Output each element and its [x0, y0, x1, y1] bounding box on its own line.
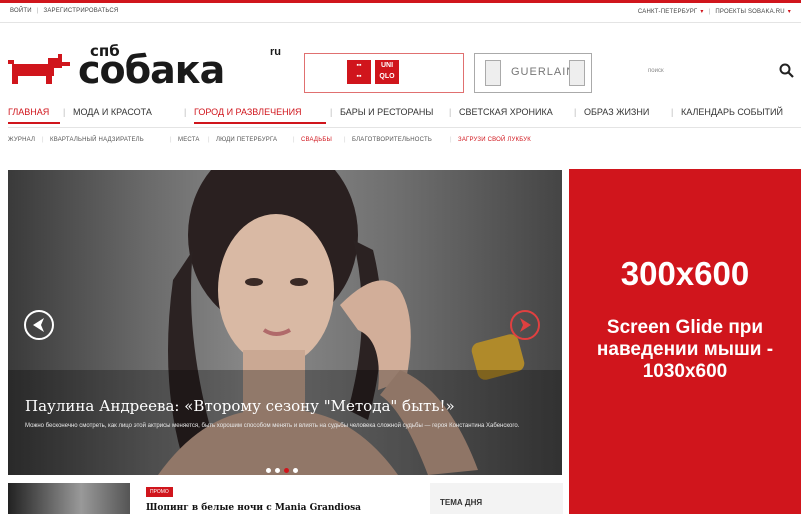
subnav-divider: | — [344, 137, 346, 143]
promo-badge: ПРОМО — [146, 487, 173, 497]
nav-item-home[interactable]: ГЛАВНАЯ — [8, 107, 49, 117]
teaser-thumbnail[interactable] — [8, 483, 130, 514]
top-bar: ВОЙТИ | ЗАРЕГИСТРИРОВАТЬСЯ САНКТ-ПЕТЕРБУРГ… — [0, 0, 801, 23]
subnav-divider: | — [208, 137, 210, 143]
topbar-right: САНКТ-ПЕТЕРБУРГ ▾ | ПРОЕКТЫ SOBAKA.RU ▾ — [638, 8, 791, 15]
slider-dot[interactable] — [293, 468, 298, 473]
top-accent-line — [0, 0, 801, 3]
slide-title[interactable]: Паулина Андреева: «Второму сезону "Метод… — [25, 397, 455, 415]
subnav-item-lookbook[interactable]: ЗАГРУЗИ СВОЙ ЛУКБУК — [458, 137, 531, 143]
topic-of-day-block: ТЕМА ДНЯ — [430, 483, 563, 514]
hero-slider[interactable]: Паулина Андреева: «Второму сезону "Метод… — [8, 170, 562, 475]
nav-item-lifestyle[interactable]: ОБРАЗ ЖИЗНИ — [584, 107, 649, 117]
subnav-divider: | — [42, 137, 44, 143]
search-box[interactable]: поиск — [648, 62, 798, 82]
slider-next-button[interactable] — [510, 310, 540, 340]
nav-item-city[interactable]: ГОРОД И РАЗВЛЕЧЕНИЯ — [194, 107, 302, 117]
nav-item-calendar[interactable]: КАЛЕНДАРЬ СОБЫТИЙ — [681, 107, 783, 117]
slide-description: Можно бесконечно смотреть, как лицо этой… — [25, 423, 520, 429]
subnav-divider: | — [293, 137, 295, 143]
ad-description: Screen Glide при наведении мыши - 1030x6… — [596, 317, 774, 382]
subnav-item-weddings[interactable]: СВАДЬБЫ — [301, 137, 332, 143]
subnav-item-places[interactable]: МЕСТА — [178, 137, 200, 143]
site-logo[interactable]: спб собака ru — [8, 42, 298, 90]
nav-hover-underline — [194, 122, 326, 124]
city-selector[interactable]: САНКТ-ПЕТЕРБУРГ — [638, 9, 698, 15]
uniqlo-banner[interactable]: ▪▪ ▪▪ UNI QLO — [304, 53, 464, 93]
side-ad-banner[interactable]: 300x600 Screen Glide при наведении мыши … — [569, 169, 801, 514]
slider-dot[interactable] — [266, 468, 271, 473]
nav-divider: | — [330, 107, 333, 117]
arrow-right-icon — [520, 318, 531, 332]
subnav-divider: | — [450, 137, 452, 143]
topbar-divider: | — [708, 9, 711, 15]
nav-item-chronicle[interactable]: СВЕТСКАЯ ХРОНИКА — [459, 107, 553, 117]
subnav-item-warden[interactable]: КВАРТАЛЬНЫЙ НАДЗИРАТЕЛЬ — [50, 137, 144, 143]
projects-menu[interactable]: ПРОЕКТЫ SOBAKA.RU — [715, 9, 784, 15]
slider-dot-active[interactable] — [284, 468, 289, 473]
ad-size-label: 300x600 — [620, 255, 750, 292]
nav-divider: | — [449, 107, 452, 117]
slider-prev-button[interactable] — [24, 310, 54, 340]
nav-divider: | — [63, 107, 66, 117]
auth-links: ВОЙТИ | ЗАРЕГИСТРИРОВАТЬСЯ — [10, 8, 118, 14]
guerlain-text: GUERLAIN — [511, 66, 576, 78]
nav-item-bars[interactable]: БАРЫ И РЕСТОРАНЫ — [340, 107, 433, 117]
logo-domain: ru — [270, 46, 281, 58]
perfume-bottle-icon — [485, 60, 501, 86]
slider-dot[interactable] — [275, 468, 280, 473]
city-caret-icon[interactable]: ▾ — [700, 9, 703, 15]
nav-divider-line — [8, 127, 801, 128]
teaser-row: ПРОМО Шопинг в белые ночи с Mania Grandi… — [8, 483, 563, 514]
subnav-divider: | — [170, 137, 172, 143]
dog-logo-icon — [8, 54, 70, 84]
nav-divider: | — [671, 107, 674, 117]
search-icon[interactable] — [778, 62, 796, 80]
login-link[interactable]: ВОЙТИ — [10, 8, 32, 14]
nav-divider: | — [184, 107, 187, 117]
sub-nav: ЖУРНАЛ | КВАРТАЛЬНЫЙ НАДЗИРАТЕЛЬ | МЕСТА… — [0, 137, 801, 151]
uniqlo-logo-text: UNI QLO — [375, 60, 399, 84]
main-nav: ГЛАВНАЯ | МОДА И КРАСОТА | ГОРОД И РАЗВЛ… — [0, 103, 801, 124]
subnav-item-magazine[interactable]: ЖУРНАЛ — [8, 137, 35, 143]
uniqlo-logo-icon: ▪▪ ▪▪ — [347, 60, 371, 84]
header: спб собака ru ▪▪ ▪▪ UNI QLO GUERLAIN поис… — [0, 28, 801, 98]
arrow-left-icon — [33, 318, 44, 332]
projects-caret-icon[interactable]: ▾ — [788, 9, 791, 15]
perfume-bottle-icon-2 — [569, 60, 585, 86]
register-link[interactable]: ЗАРЕГИСТРИРОВАТЬСЯ — [44, 8, 119, 14]
topic-of-day-heading: ТЕМА ДНЯ — [440, 498, 483, 507]
search-input[interactable]: поиск — [648, 68, 664, 74]
subnav-item-people[interactable]: ЛЮДИ ПЕТЕРБУРГА — [216, 137, 277, 143]
subnav-item-charity[interactable]: БЛАГОТВОРИТЕЛЬНОСТЬ — [352, 137, 432, 143]
nav-divider: | — [574, 107, 577, 117]
slider-pagination — [266, 460, 302, 473]
auth-divider: | — [36, 8, 39, 14]
guerlain-banner[interactable]: GUERLAIN — [474, 53, 592, 93]
nav-item-fashion[interactable]: МОДА И КРАСОТА — [73, 107, 152, 117]
nav-active-underline — [8, 122, 60, 124]
teaser-title[interactable]: Шопинг в белые ночи с Mania Grandiosa — [146, 503, 361, 513]
logo-wordmark: собака — [78, 48, 225, 92]
